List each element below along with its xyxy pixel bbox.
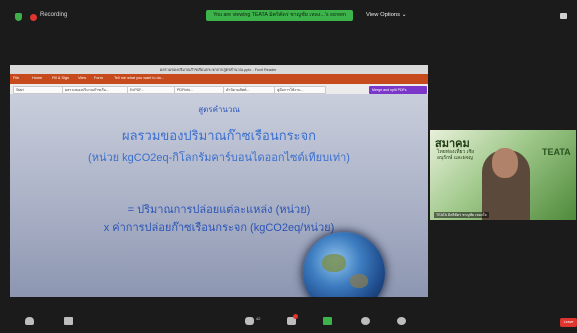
tab-merge-split[interactable]: Merge and split PDFs: [369, 86, 427, 94]
record-icon[interactable]: [361, 317, 370, 325]
participants-icon[interactable]: [245, 317, 254, 325]
ribbon-file[interactable]: File: [13, 76, 19, 80]
ribbon-tell-me[interactable]: Tell me what you want to do...: [114, 76, 164, 80]
tab-glossary[interactable]: คำนิยามศัพท์...: [223, 86, 275, 94]
reader-ribbon: File Home Fill & Sign View Form Tell me …: [10, 74, 428, 84]
ribbon-form[interactable]: Form: [94, 76, 103, 80]
tab-start[interactable]: Start: [13, 86, 63, 94]
video-camera-icon[interactable]: [64, 317, 73, 325]
slide-title: ผลรวมของปริมาณก๊าซเรือนกระจก: [121, 128, 317, 143]
ribbon-home[interactable]: Home: [32, 76, 42, 80]
tab-expdf[interactable]: ExPDF...: [127, 86, 175, 94]
window-title: ผลรวมของปริมาณก๊าซเรือนกระจกจากสูตรคำนวณ…: [160, 68, 277, 72]
speaker-name-label: TEATA มิตริตัดร่ ชาญชัย เหลงใจ: [434, 212, 489, 218]
security-shield-icon[interactable]: [15, 13, 22, 21]
speaker-video-tile[interactable]: สมาคม ไทยท่องเที่ยว เชิงอนุรักษ์ และผจญ …: [430, 130, 576, 220]
ribbon-view[interactable]: View: [78, 76, 86, 80]
reactions-icon[interactable]: [397, 317, 406, 325]
leave-button[interactable]: Leave: [560, 318, 577, 327]
microphone-icon[interactable]: [25, 317, 34, 325]
shared-screen: ผลรวมของปริมาณก๊าซเรือนกระจกจากสูตรคำนวณ…: [10, 65, 428, 297]
share-screen-icon[interactable]: [323, 317, 332, 325]
tab-pdfinfo[interactable]: PDFInfo...: [174, 86, 224, 94]
participants-count: 42: [256, 316, 261, 321]
view-options-button[interactable]: View Options ⌄: [366, 12, 407, 18]
recording-icon: [30, 14, 37, 21]
globe-landmass: [350, 274, 368, 288]
ribbon-fill-sign[interactable]: Fill & Sign: [52, 76, 69, 80]
chat-unread-badge: [293, 314, 298, 319]
speaker-banner-subtitle: ไทยท่องเที่ยว เชิงอนุรักษ์ และผจญ: [437, 149, 475, 161]
presentation-slide: สูตรคำนวณ ผลรวมของปริมาณก๊าซเรือนกระจก (…: [10, 94, 428, 297]
document-tabs: Start ผลรวมของปริมาณก๊าซเรือ... ExPDF...…: [10, 84, 428, 94]
window-titlebar: ผลรวมของปริมาณก๊าซเรือนกระจกจากสูตรคำนวณ…: [10, 65, 428, 74]
teata-logo: TEATA: [542, 147, 571, 157]
recording-label: Recording: [40, 12, 68, 18]
tab-document[interactable]: ผลรวมของปริมาณก๊าซเรือ...: [62, 86, 128, 94]
viewing-screen-banner: You are viewing TEATA มิตริตัดร่ ชาญชัย …: [206, 10, 353, 21]
speaker-face: [492, 148, 518, 178]
slide-subtitle: (หน่วย kgCO2eq-กิโลกรัมคาร์บอนไดออกไซด์เ…: [88, 152, 350, 164]
tab-manual[interactable]: คู่มือการใช้งาน...: [274, 86, 326, 94]
slide-kicker: สูตรคำนวณ: [198, 105, 240, 114]
globe-landmass: [322, 254, 346, 272]
window-layout-icon[interactable]: [560, 13, 567, 19]
slide-formula-line-1: = ปริมาณการปล่อยแต่ละแหล่ง (หน่วย): [127, 204, 311, 216]
slide-formula-line-2: x ค่าการปล่อยก๊าซเรือนกระจก (kgCO2eq/หน่…: [103, 222, 335, 234]
